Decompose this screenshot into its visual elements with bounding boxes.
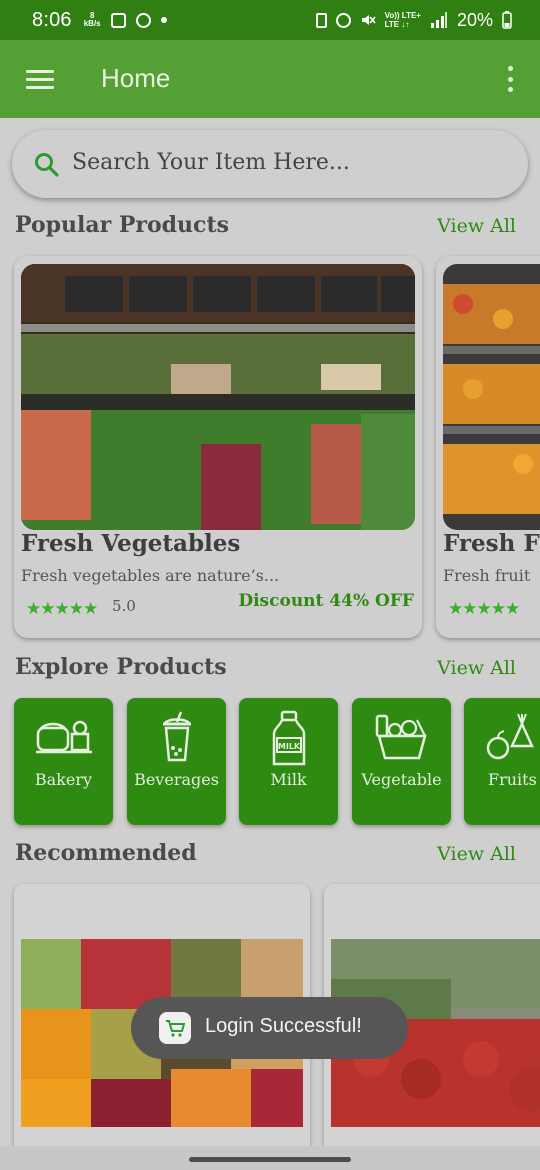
category-label: Fruits xyxy=(488,770,537,789)
page-title: Home xyxy=(101,63,171,93)
popular-view-all-link[interactable]: View All xyxy=(437,215,516,237)
product-discount: Discount 44% OFF xyxy=(238,591,414,611)
category-vegetable[interactable]: Vegetable xyxy=(352,698,451,825)
toast-message: Login Successful! xyxy=(205,1015,362,1037)
product-image-fruits xyxy=(443,264,540,530)
category-fruits[interactable]: Fruits xyxy=(464,698,540,825)
product-name: Fresh Vegetables xyxy=(21,530,241,557)
cart-icon xyxy=(159,1012,191,1044)
product-description: Fresh vegetables are nature’s... xyxy=(21,566,280,585)
net-speed-unit: kB/s xyxy=(83,19,101,28)
status-bar: 8:06 8 kB/s Vo)) LTE+ LTE ↓↑ 20% xyxy=(0,0,540,40)
search-input[interactable]: Search Your Item Here... xyxy=(12,130,528,198)
product-card-fresh-fruits[interactable]: Fresh Fr Fresh fruit ★★★★★ xyxy=(436,256,540,638)
product-description: Fresh fruit xyxy=(443,566,531,585)
hamburger-menu-icon[interactable] xyxy=(26,70,54,90)
beverage-cup-icon xyxy=(127,710,226,768)
category-beverages[interactable]: Beverages xyxy=(127,698,226,825)
category-label: Vegetable xyxy=(361,770,442,789)
system-navigation-bar xyxy=(0,1146,540,1170)
volte-top: Vo)) LTE+ xyxy=(384,11,421,20)
rating-stars-icon: ★★★★★ xyxy=(26,599,98,618)
status-time: 8:06 xyxy=(32,8,72,31)
product-card-fresh-vegetables[interactable]: Fresh Vegetables Fresh vegetables are na… xyxy=(14,256,422,638)
product-image-vegetables xyxy=(21,264,415,530)
category-label: Milk xyxy=(270,770,307,789)
volte-indicator: Vo)) LTE+ LTE ↓↑ xyxy=(385,11,421,29)
search-icon xyxy=(35,153,59,177)
more-vert-icon[interactable] xyxy=(506,66,514,92)
gallery-icon xyxy=(110,12,126,28)
product-name: Fresh Fr xyxy=(443,530,540,557)
alarm-icon xyxy=(335,12,351,28)
login-success-toast: Login Successful! xyxy=(131,997,408,1059)
battery-percent: 20% xyxy=(456,9,493,30)
signal-icon xyxy=(430,12,447,28)
explore-products-title: Explore Products xyxy=(15,654,227,680)
category-bakery[interactable]: Bakery xyxy=(14,698,113,825)
volte-bottom: LTE ↓↑ xyxy=(384,20,410,29)
bakery-icon xyxy=(14,710,113,768)
category-label: Bakery xyxy=(34,770,93,789)
battery-icon xyxy=(502,11,512,29)
recommended-title: Recommended xyxy=(15,840,197,866)
search-placeholder: Search Your Item Here... xyxy=(72,150,350,175)
app-bar: Home xyxy=(0,40,540,118)
vegetable-basket-icon xyxy=(352,710,451,768)
net-speed: 8 kB/s xyxy=(84,12,101,28)
lock-battery-saver-icon xyxy=(315,12,327,28)
mute-icon xyxy=(361,15,376,25)
product-rating: 5.0 xyxy=(112,597,136,615)
status-left-icons: 8 kB/s xyxy=(84,12,167,28)
face-icon xyxy=(135,12,151,28)
fruits-icon xyxy=(464,710,540,768)
notification-dot-icon xyxy=(160,17,167,23)
category-milk[interactable]: MILK Milk xyxy=(239,698,338,825)
milk-bottle-icon: MILK xyxy=(239,710,338,768)
svg-text:MILK: MILK xyxy=(277,742,300,751)
explore-view-all-link[interactable]: View All xyxy=(437,657,516,679)
status-right-icons: Vo)) LTE+ LTE ↓↑ 20% xyxy=(315,9,512,31)
rating-stars-icon: ★★★★★ xyxy=(448,599,520,618)
recommended-view-all-link[interactable]: View All xyxy=(437,843,516,865)
popular-products-title: Popular Products xyxy=(15,212,229,238)
gesture-handle[interactable] xyxy=(189,1157,351,1162)
category-label: Beverages xyxy=(134,770,219,789)
